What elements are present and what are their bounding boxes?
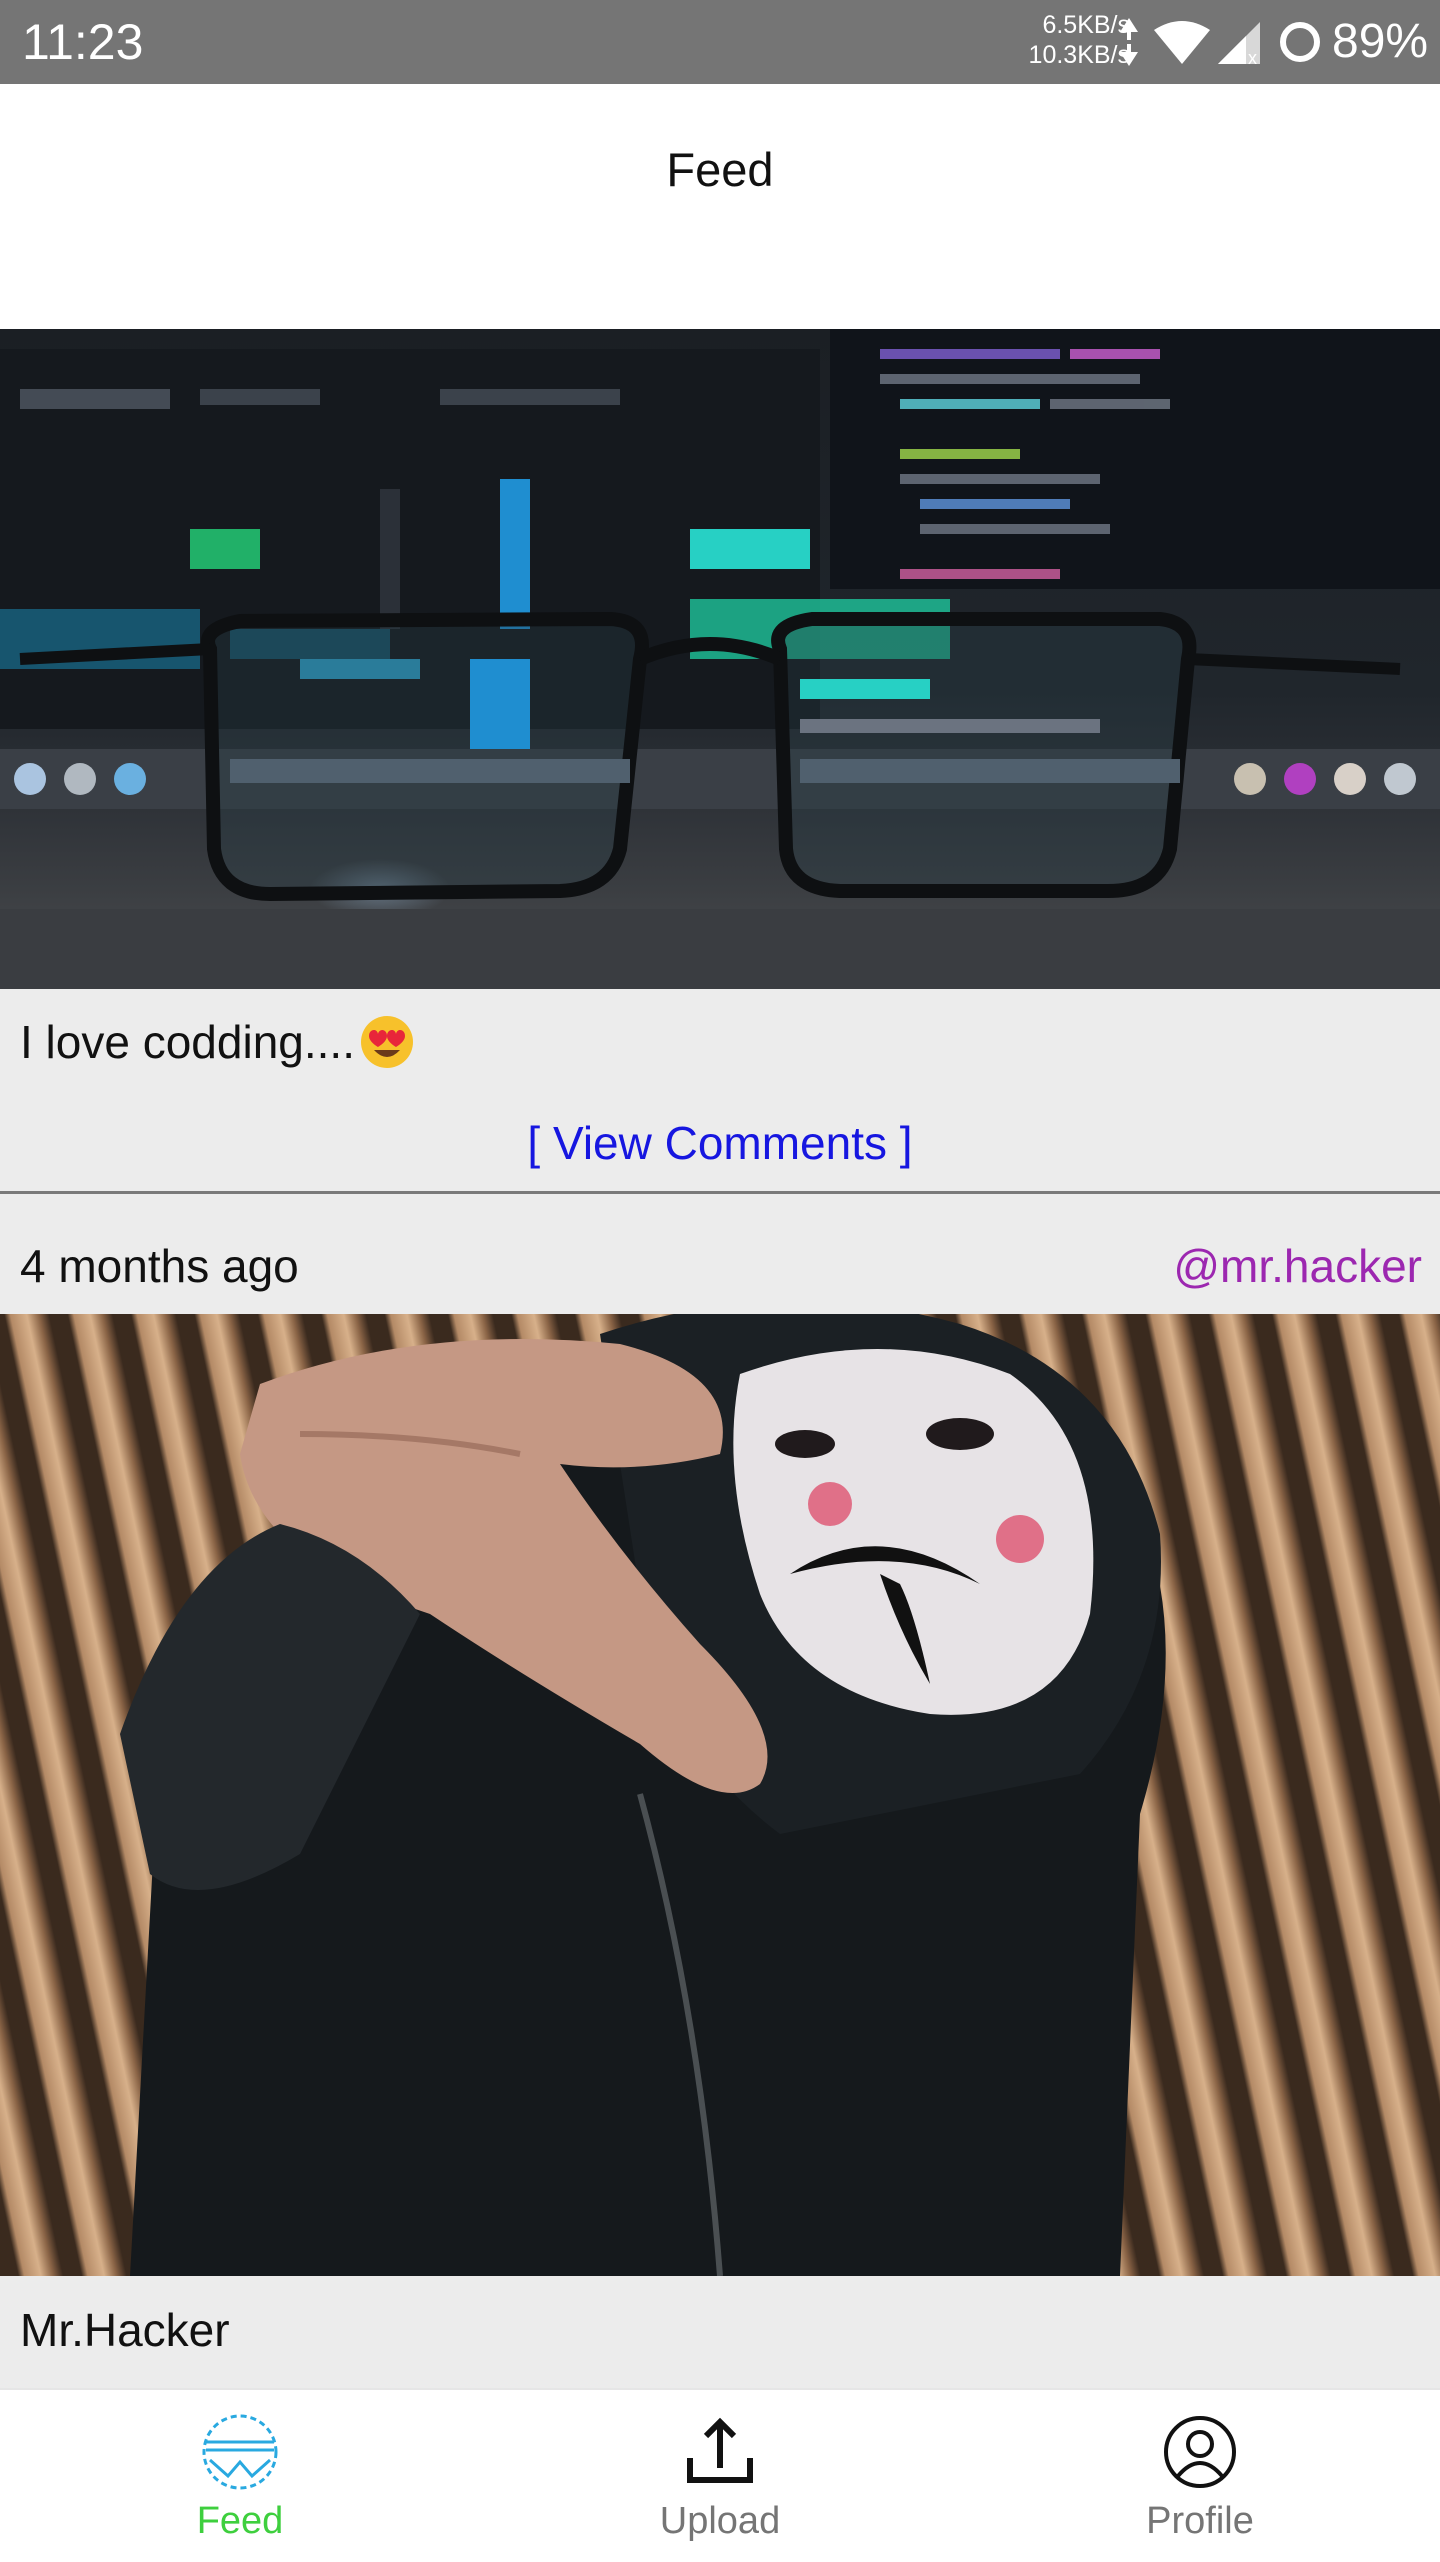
app-header bbox=[0, 84, 1440, 329]
nav-label-upload: Upload bbox=[659, 2500, 781, 2542]
svg-text:x: x bbox=[1248, 48, 1257, 66]
glasses-photo-illustration bbox=[0, 329, 1440, 989]
wifi-icon bbox=[1154, 21, 1210, 64]
post-caption-text: I love codding.... bbox=[20, 1016, 355, 1068]
post-caption: Mr.Hacker bbox=[20, 2304, 230, 2356]
nav-label-feed: Feed bbox=[196, 2500, 284, 2542]
network-download-speed: 6.5KB/s bbox=[1042, 11, 1130, 39]
post-username-link[interactable]: @mr.hacker bbox=[1173, 1238, 1422, 1294]
post-timestamp: 4 months ago bbox=[20, 1240, 299, 1292]
battery-percentage: 89% bbox=[1332, 15, 1429, 68]
data-transfer-icon bbox=[1120, 18, 1138, 66]
bottom-navigation: Feed Upload Profile bbox=[0, 2388, 1440, 2562]
post-caption: I love codding.... bbox=[20, 1014, 415, 1074]
profile-icon bbox=[1164, 2416, 1236, 2488]
nav-tab-feed[interactable]: Feed bbox=[0, 2390, 480, 2562]
post-image-hacker[interactable] bbox=[0, 1314, 1440, 2276]
signal-icon: x bbox=[1218, 22, 1260, 66]
heart-eyes-emoji-icon bbox=[360, 1015, 413, 1068]
network-speed: 6.5KB/s 10.3KB/s bbox=[1029, 10, 1130, 70]
hacker-photo-illustration bbox=[120, 1314, 1166, 2276]
status-bar: 11:23 6.5KB/s 10.3KB/s x 89% bbox=[0, 0, 1440, 84]
nav-label-profile: Profile bbox=[1146, 2500, 1254, 2542]
page-title: Feed bbox=[666, 143, 774, 196]
status-time: 11:23 bbox=[22, 14, 144, 70]
nav-tab-profile[interactable]: Profile bbox=[960, 2390, 1440, 2562]
network-upload-speed: 10.3KB/s bbox=[1028, 41, 1130, 69]
battery-saver-icon bbox=[1280, 22, 1320, 62]
post-image-glasses[interactable] bbox=[0, 329, 1440, 989]
view-comments-link[interactable]: [ View Comments ] bbox=[0, 1115, 1440, 1171]
feed-icon bbox=[202, 2414, 278, 2490]
nav-tab-upload[interactable]: Upload bbox=[480, 2390, 960, 2562]
upload-icon bbox=[687, 2417, 753, 2483]
